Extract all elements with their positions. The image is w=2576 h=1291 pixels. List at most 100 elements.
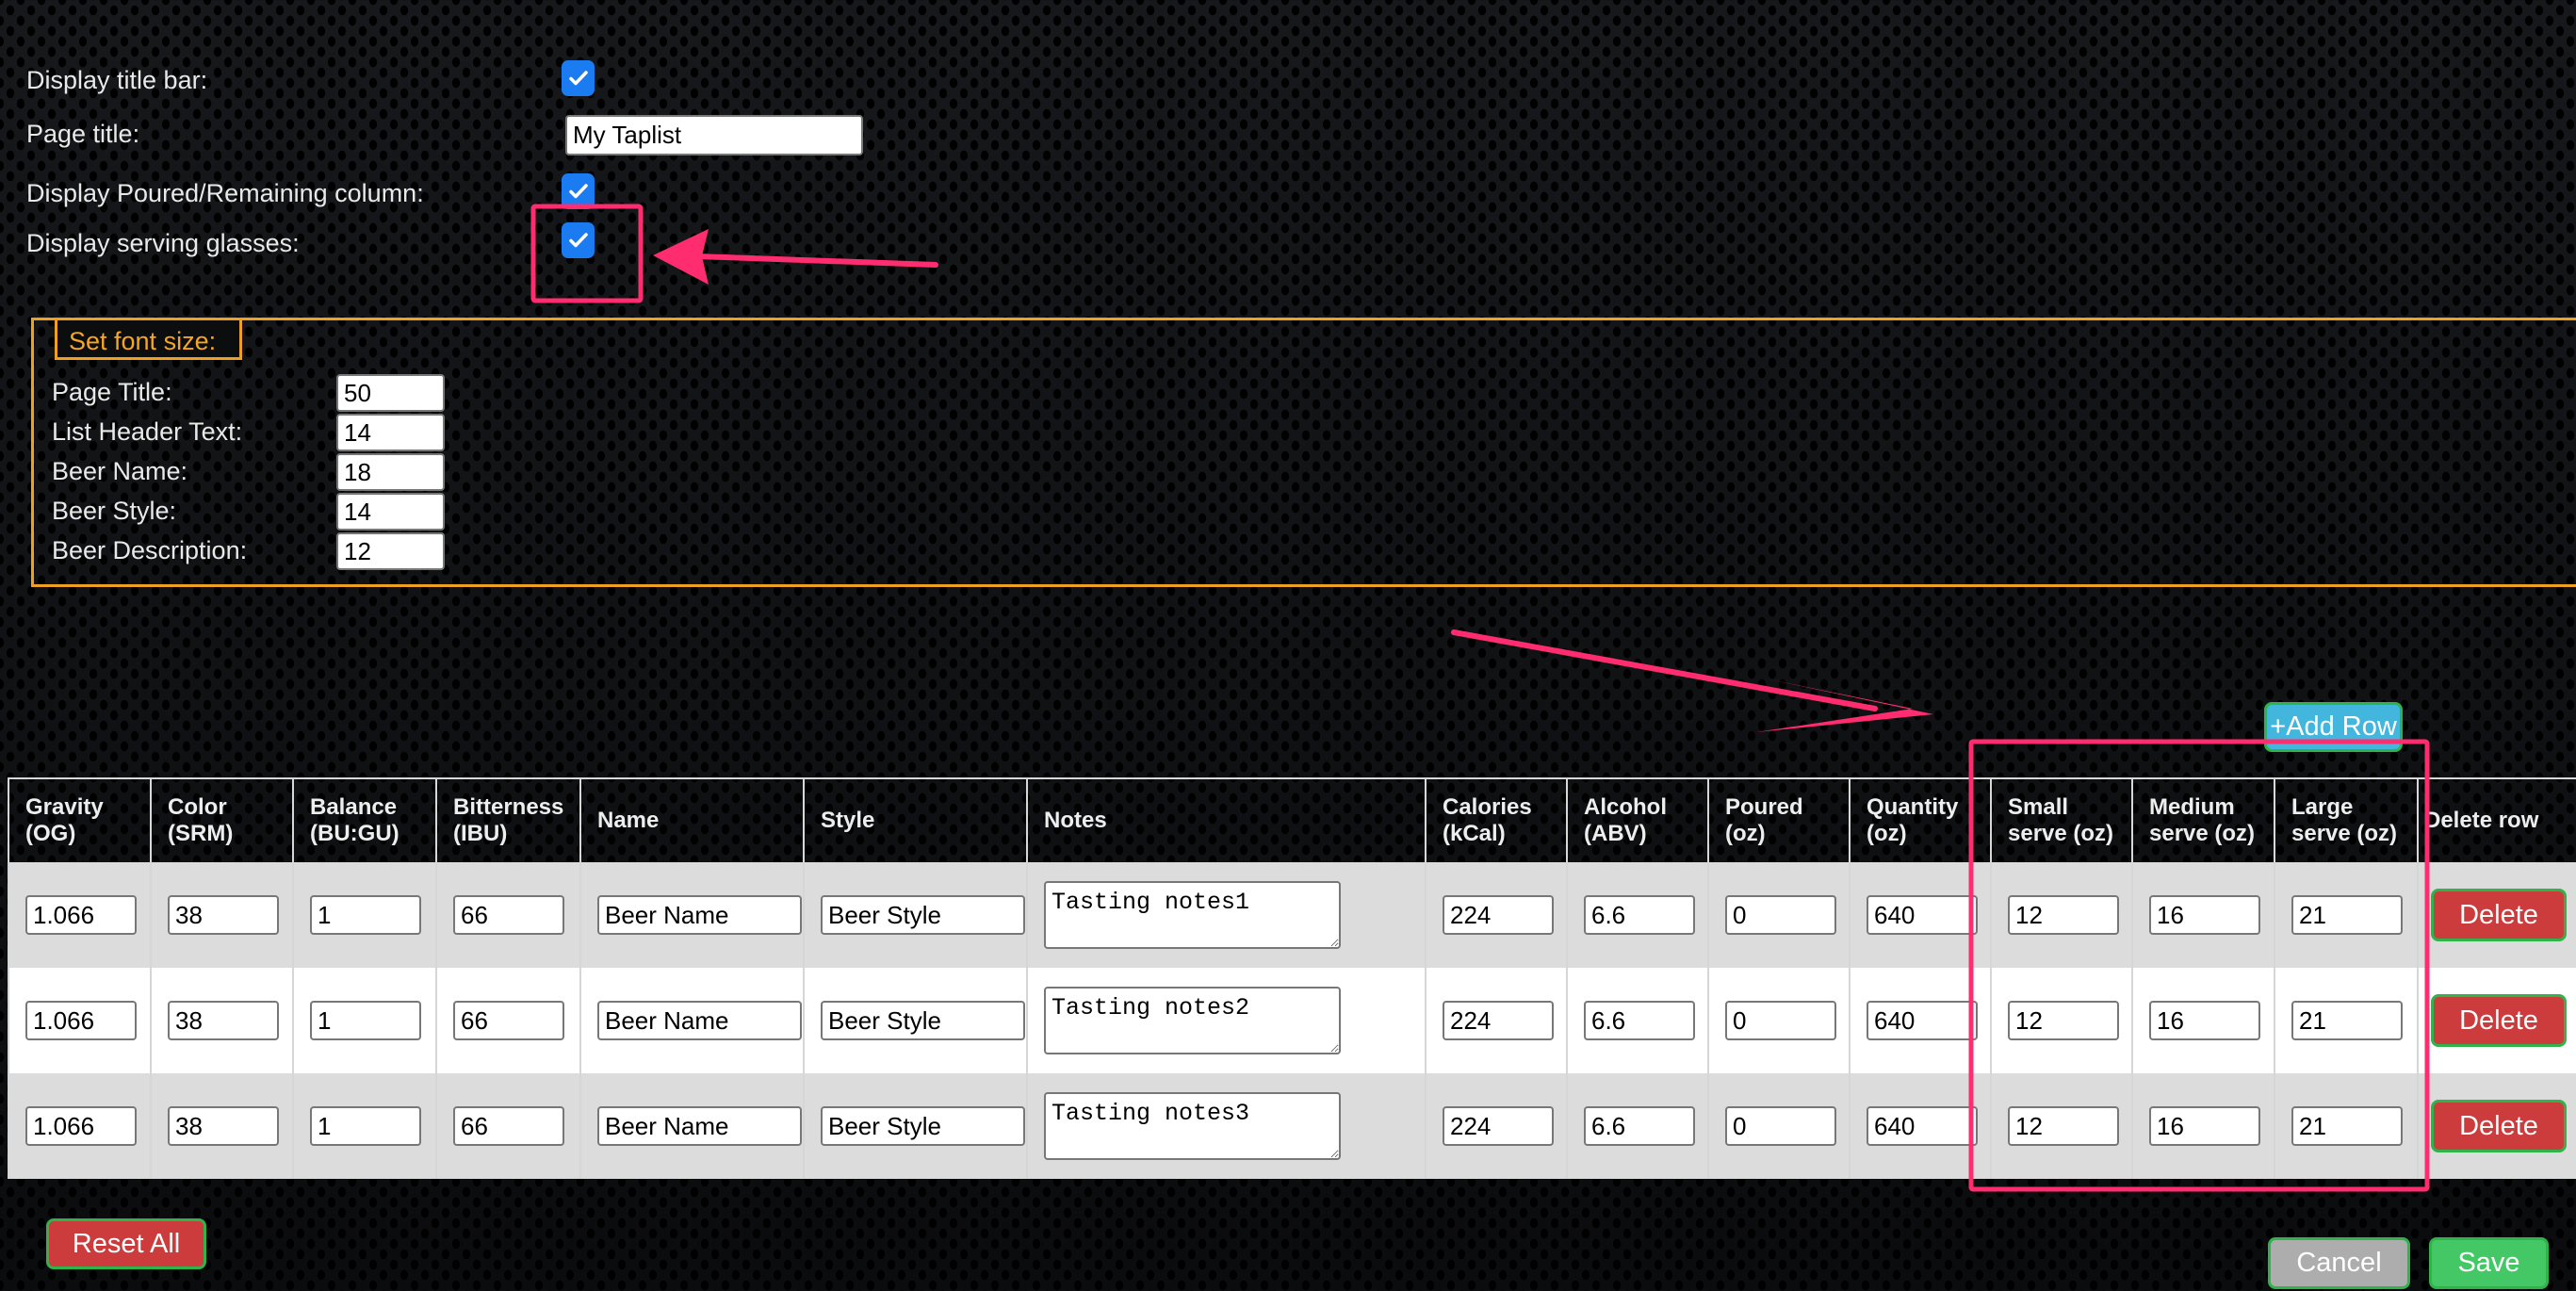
style-input[interactable] xyxy=(821,1106,1025,1146)
font-size-beer-description-input[interactable] xyxy=(336,532,445,570)
balance-input[interactable] xyxy=(310,895,421,935)
cell-notes: Tasting notes2 xyxy=(1026,968,1426,1073)
font-size-list-header-input[interactable] xyxy=(336,414,445,451)
calories-input[interactable] xyxy=(1443,1001,1554,1040)
add-row-button[interactable]: +Add Row xyxy=(2264,702,2403,752)
column-header-line1: Bitterness xyxy=(453,794,564,820)
column-header-line2: serve (oz) xyxy=(2291,821,2398,846)
gravity-input[interactable] xyxy=(25,1001,137,1040)
column-header-color: Color (SRM) xyxy=(150,777,294,862)
annotation-arrow-serving-glasses xyxy=(653,229,938,285)
column-header-name: Name xyxy=(579,777,805,862)
column-header-line1: Large xyxy=(2291,794,2354,820)
cell-alcohol xyxy=(1566,862,1708,968)
cell-color xyxy=(150,862,293,968)
cell-quantity xyxy=(1849,1073,1991,1179)
font-size-beer-style-input[interactable] xyxy=(336,493,445,531)
cell-name xyxy=(579,1073,804,1179)
poured-input[interactable] xyxy=(1725,1001,1836,1040)
table-header-row: Gravity (OG) Color (SRM) Balance (BU:GU) Bitte… xyxy=(8,777,2576,862)
checkmark-icon xyxy=(568,233,588,248)
color-input[interactable] xyxy=(168,1001,279,1040)
style-input[interactable] xyxy=(821,895,1025,935)
name-input[interactable] xyxy=(597,1106,802,1146)
notes-textarea[interactable]: Tasting notes2 xyxy=(1044,987,1341,1054)
cell-name xyxy=(579,862,804,968)
notes-textarea[interactable]: Tasting notes1 xyxy=(1044,881,1341,949)
alcohol-input[interactable] xyxy=(1584,895,1695,935)
large-input[interactable] xyxy=(2291,1106,2403,1146)
display-poured-remaining-checkbox[interactable] xyxy=(562,173,595,209)
calories-input[interactable] xyxy=(1443,1106,1554,1146)
cell-gravity xyxy=(8,968,151,1073)
quantity-input[interactable] xyxy=(1867,895,1978,935)
column-header-calories: Calories (kCal) xyxy=(1425,777,1568,862)
gravity-input[interactable] xyxy=(25,895,137,935)
gravity-input[interactable] xyxy=(25,1106,137,1146)
balance-input[interactable] xyxy=(310,1106,421,1146)
delete-row-button[interactable]: Delete xyxy=(2431,1100,2567,1152)
display-title-bar-checkbox[interactable] xyxy=(562,60,595,96)
reset-all-button[interactable]: Reset All xyxy=(46,1218,206,1269)
delete-row-button[interactable]: Delete xyxy=(2431,889,2567,941)
page-title-input[interactable] xyxy=(565,115,863,155)
bitterness-input[interactable] xyxy=(453,1106,564,1146)
alcohol-input[interactable] xyxy=(1584,1106,1695,1146)
font-size-beer-description-label: Beer Description: xyxy=(52,536,248,564)
cell-color xyxy=(150,1073,293,1179)
column-header-line1: Medium xyxy=(2149,794,2235,820)
medium-input[interactable] xyxy=(2149,1106,2260,1146)
small-input[interactable] xyxy=(2008,1001,2119,1040)
cancel-button[interactable]: Cancel xyxy=(2268,1237,2410,1289)
cell-large xyxy=(2274,1073,2418,1179)
column-header-line2: (SRM) xyxy=(168,821,234,846)
cell-calories xyxy=(1425,1073,1567,1179)
column-header-line1: Alcohol xyxy=(1584,794,1667,820)
cell-name xyxy=(579,968,804,1073)
quantity-input[interactable] xyxy=(1867,1001,1978,1040)
cell-alcohol xyxy=(1566,1073,1708,1179)
quantity-input[interactable] xyxy=(1867,1106,1978,1146)
column-header-line2: (kCal) xyxy=(1443,821,1506,846)
column-header-line2: (IBU) xyxy=(453,821,508,846)
alcohol-input[interactable] xyxy=(1584,1001,1695,1040)
notes-textarea[interactable]: Tasting notes3 xyxy=(1044,1092,1341,1160)
column-header-line2: serve (oz) xyxy=(2008,821,2114,846)
name-input[interactable] xyxy=(597,895,802,935)
cell-bitterness xyxy=(435,968,580,1073)
table-row: Tasting notes3 Delete xyxy=(8,1073,2576,1179)
checkmark-icon xyxy=(568,71,588,86)
medium-input[interactable] xyxy=(2149,1001,2260,1040)
large-input[interactable] xyxy=(2291,1001,2403,1040)
name-input[interactable] xyxy=(597,1001,802,1040)
cell-balance xyxy=(292,968,436,1073)
poured-input[interactable] xyxy=(1725,1106,1836,1146)
font-size-beer-name-input[interactable] xyxy=(336,453,445,491)
column-header-line1: Poured xyxy=(1725,794,1803,820)
balance-input[interactable] xyxy=(310,1001,421,1040)
color-input[interactable] xyxy=(168,1106,279,1146)
display-title-bar-label: Display title bar: xyxy=(26,66,208,94)
display-serving-glasses-checkbox[interactable] xyxy=(562,222,595,258)
cell-calories xyxy=(1425,968,1567,1073)
bitterness-input[interactable] xyxy=(453,895,564,935)
color-input[interactable] xyxy=(168,895,279,935)
font-size-list-header-label: List Header Text: xyxy=(52,417,243,446)
small-input[interactable] xyxy=(2008,895,2119,935)
calories-input[interactable] xyxy=(1443,895,1554,935)
save-button[interactable]: Save xyxy=(2429,1237,2549,1289)
font-size-page-title-input[interactable] xyxy=(336,374,445,412)
cell-balance xyxy=(292,862,436,968)
large-input[interactable] xyxy=(2291,895,2403,935)
small-input[interactable] xyxy=(2008,1106,2119,1146)
font-size-page-title-label: Page Title: xyxy=(52,378,172,406)
cell-style xyxy=(803,862,1027,968)
medium-input[interactable] xyxy=(2149,895,2260,935)
column-header-line1: Gravity xyxy=(25,794,104,820)
font-size-beer-name-label: Beer Name: xyxy=(52,457,188,485)
style-input[interactable] xyxy=(821,1001,1025,1040)
delete-row-button[interactable]: Delete xyxy=(2431,994,2567,1047)
poured-input[interactable] xyxy=(1725,895,1836,935)
cell-quantity xyxy=(1849,968,1991,1073)
bitterness-input[interactable] xyxy=(453,1001,564,1040)
